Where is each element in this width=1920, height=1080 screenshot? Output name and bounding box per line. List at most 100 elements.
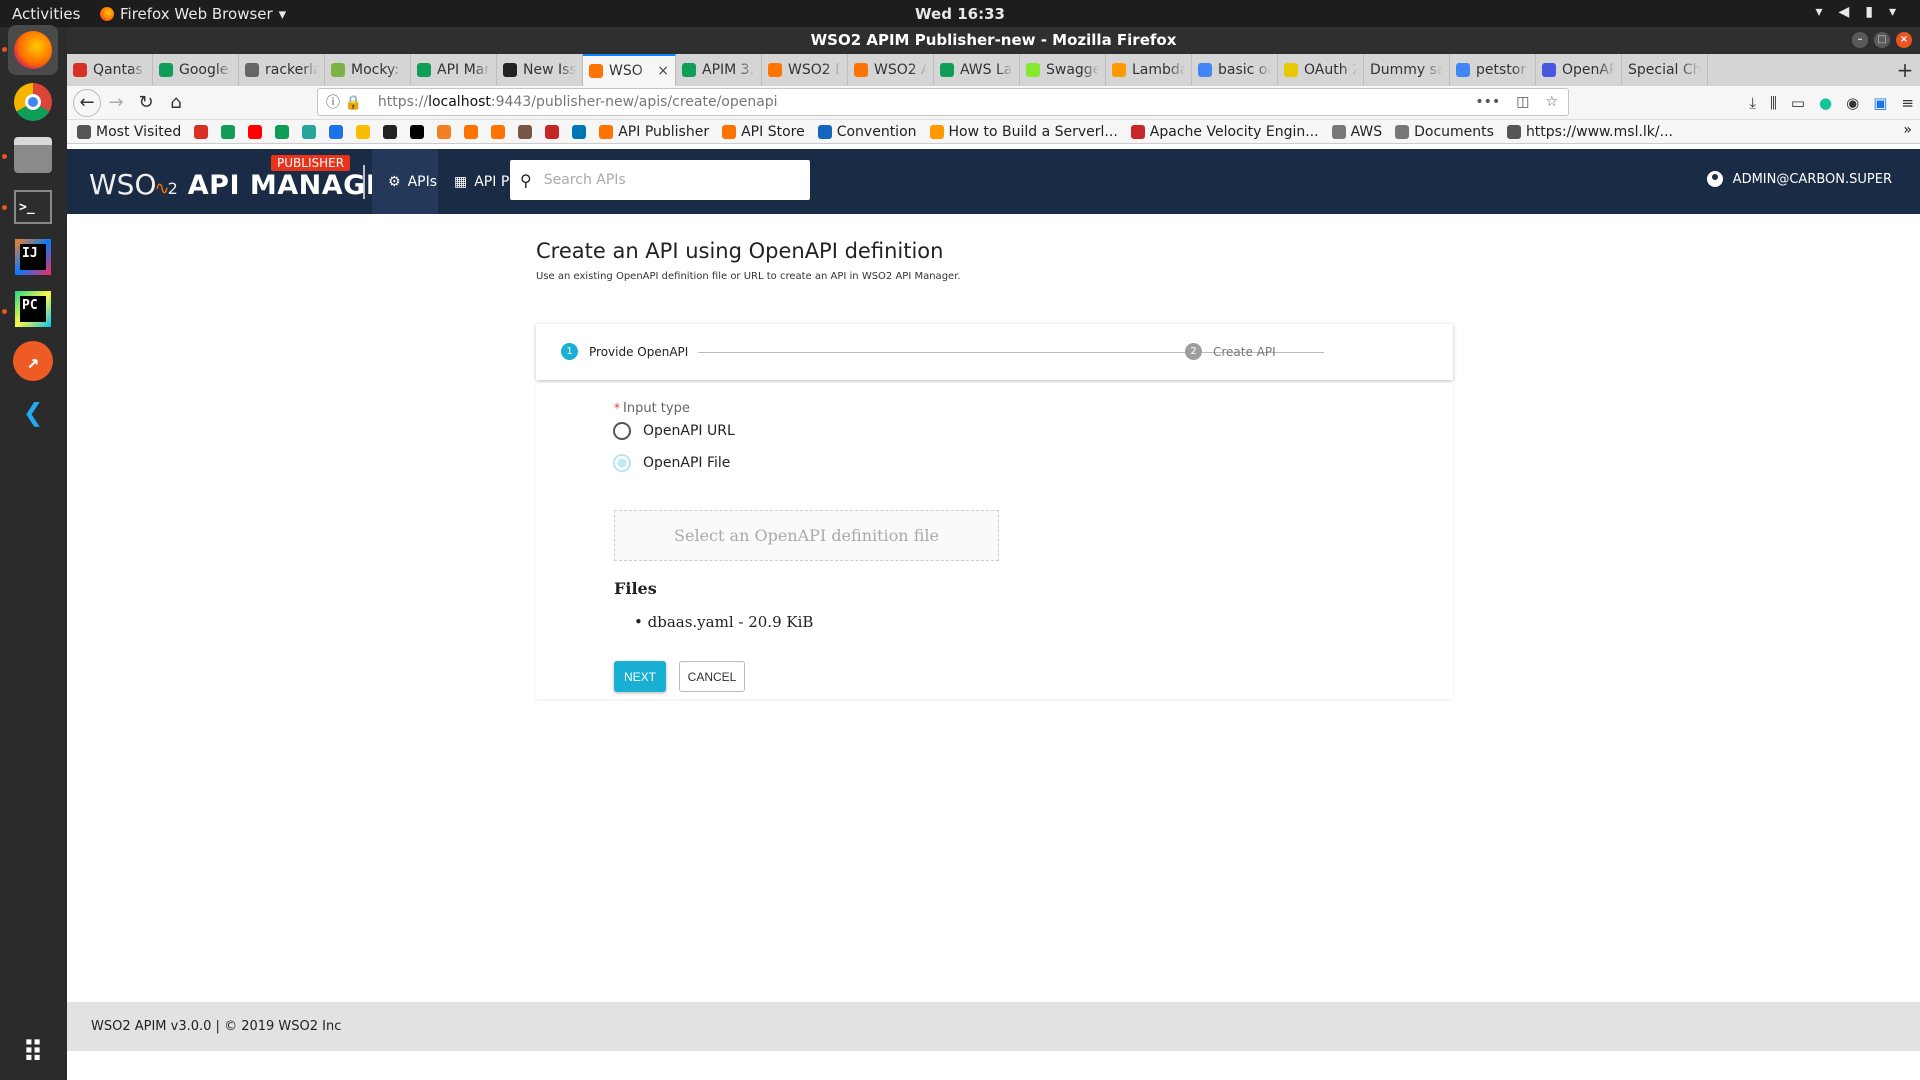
clock[interactable]: Wed 16:33 <box>0 5 1920 23</box>
browser-tab[interactable]: basic oa <box>1192 54 1278 86</box>
browser-tab[interactable]: New Iss <box>497 54 583 86</box>
browser-tab[interactable]: Qantas <box>67 54 153 86</box>
bookmark-item[interactable]: Apache Velocity Engin... <box>1130 124 1319 140</box>
browser-tab[interactable]: API Mar <box>411 54 497 86</box>
bookmark-item[interactable]: https://www.msl.lk/... <box>1506 124 1673 140</box>
maximize-icon[interactable]: □ <box>1874 32 1890 48</box>
library-icon[interactable]: ⫼ <box>1770 94 1777 112</box>
dock-chrome[interactable] <box>8 77 58 127</box>
search-apis-input[interactable]: ⚲ Search APIs <box>510 160 810 200</box>
grammarly-icon[interactable]: ● <box>1819 94 1832 112</box>
minimize-icon[interactable]: – <box>1852 32 1868 48</box>
more-icon[interactable]: ••• <box>1475 94 1500 110</box>
tab-favicon-icon <box>854 63 868 77</box>
running-indicator <box>2 154 7 159</box>
show-applications-icon[interactable]: ⠿ <box>8 1027 58 1077</box>
radio-unchecked-icon[interactable] <box>613 422 631 440</box>
reload-button[interactable]: ↻ <box>131 88 161 118</box>
browser-tab[interactable]: Special Cha <box>1622 54 1708 86</box>
bookmark-item[interactable] <box>383 124 398 139</box>
menu-icon[interactable]: ≡ <box>1901 94 1914 112</box>
nav-apis[interactable]: ⚙ APIs <box>372 149 438 214</box>
browser-tab[interactable]: OpenAP <box>1536 54 1622 86</box>
forward-button[interactable]: → <box>101 88 131 118</box>
bookmark-item[interactable] <box>329 124 344 139</box>
back-button[interactable]: ← <box>73 88 101 117</box>
cancel-button[interactable]: CANCEL <box>679 661 745 692</box>
url-path: :9443/publisher-new/apis/create/openapi <box>490 94 778 110</box>
browser-tab[interactable]: rackerlabs <box>239 54 325 86</box>
dock-terminal[interactable]: >_ <box>8 182 58 232</box>
more-bookmarks-icon[interactable]: » <box>1903 122 1912 138</box>
bookmark-item[interactable]: Most Visited <box>77 124 181 140</box>
input-type-text: Input type <box>623 401 690 416</box>
browser-tab[interactable]: AWS La <box>934 54 1020 86</box>
browser-tab[interactable]: Swagge <box>1020 54 1106 86</box>
wso2-logo[interactable]: WSO ∿ 2 API MANAGER <box>89 168 406 201</box>
close-icon[interactable]: × <box>1896 32 1912 48</box>
dock-vscode[interactable]: ❮ <box>8 388 58 438</box>
radio-openapi-file[interactable]: OpenAPI File <box>613 454 730 472</box>
bookmark-item[interactable] <box>248 124 263 139</box>
bookmark-favicon-icon <box>1506 124 1521 139</box>
file-dropzone[interactable]: Select an OpenAPI definition file <box>614 510 999 561</box>
bookmark-item[interactable] <box>572 124 587 139</box>
system-tray[interactable]: ▾ ◀ ▮ ▾ <box>1815 4 1896 20</box>
bookmark-item[interactable] <box>356 124 371 139</box>
bookmark-item[interactable] <box>437 124 452 139</box>
bookmark-item[interactable] <box>464 124 479 139</box>
browser-tab[interactable]: Google <box>153 54 239 86</box>
bookmark-item[interactable] <box>275 124 290 139</box>
bookmark-item[interactable]: AWS <box>1331 124 1382 140</box>
bookmark-item[interactable] <box>302 124 317 139</box>
close-tab-icon[interactable]: × <box>657 63 669 79</box>
bookmark-item[interactable] <box>221 124 236 139</box>
browser-tab[interactable]: OAuth 2 <box>1278 54 1364 86</box>
dock-postman[interactable]: ↗ <box>8 336 58 386</box>
account-icon[interactable]: ◉ <box>1846 94 1859 112</box>
browser-tab[interactable]: petstor <box>1450 54 1536 86</box>
radio-checked-icon[interactable] <box>613 454 631 472</box>
bookmark-favicon-icon <box>302 124 317 139</box>
bookmark-favicon-icon <box>722 124 737 139</box>
radio-openapi-url[interactable]: OpenAPI URL <box>613 422 735 440</box>
browser-tab[interactable]: WSO2 A <box>848 54 934 86</box>
user-menu[interactable]: ADMIN@CARBON.SUPER <box>1706 171 1892 187</box>
browser-tab[interactable]: Dummy sar <box>1364 54 1450 86</box>
dock-intellij[interactable]: IJ <box>8 232 58 282</box>
bookmark-item[interactable]: API Publisher <box>599 124 709 140</box>
bookmark-favicon-icon <box>410 124 425 139</box>
home-button[interactable]: ⌂ <box>161 88 191 118</box>
dock-files[interactable] <box>8 130 58 180</box>
bookmark-item[interactable] <box>410 124 425 139</box>
star-icon[interactable]: ☆ <box>1545 94 1558 110</box>
bookmark-item[interactable]: API Store <box>722 124 805 140</box>
bookmark-item[interactable] <box>491 124 506 139</box>
dock-firefox[interactable] <box>8 25 58 75</box>
bookmark-item[interactable] <box>545 124 560 139</box>
bookmark-item[interactable]: Convention <box>817 124 917 140</box>
tab-label: Lambda <box>1132 62 1185 78</box>
tab-strip: Qantas Google rackerlabs Mocky: API Mar New I… <box>67 54 1920 86</box>
bookmark-item[interactable] <box>194 124 209 139</box>
new-tab-button[interactable]: + <box>1890 54 1920 86</box>
bookmark-favicon-icon <box>491 124 506 139</box>
next-button[interactable]: NEXT <box>614 661 666 692</box>
window-controls: – □ × <box>1852 32 1912 48</box>
download-icon[interactable]: ⤓ <box>1749 94 1756 112</box>
browser-tab[interactable]: WSO2 D <box>762 54 848 86</box>
tab-label: basic oa <box>1218 62 1271 78</box>
extension-icon[interactable]: ▣ <box>1873 94 1887 112</box>
browser-tab[interactable]: APIM 3. <box>676 54 762 86</box>
browser-tab[interactable]: Mocky: <box>325 54 411 86</box>
pocket-icon[interactable]: ◫ <box>1516 94 1529 110</box>
sidebar-icon[interactable]: ▭ <box>1791 94 1805 112</box>
url-bar[interactable]: ⓘ 🔒 https://localhost:9443/publisher-new… <box>317 88 1569 116</box>
browser-tab[interactable]: Lambda <box>1106 54 1192 86</box>
bookmark-item[interactable]: Documents <box>1395 124 1494 140</box>
dock-pycharm[interactable]: PC <box>8 284 58 334</box>
browser-tab[interactable]: WSO × <box>583 54 676 86</box>
tab-favicon-icon <box>1026 63 1040 77</box>
bookmark-item[interactable]: How to Build a Serverl... <box>929 124 1118 140</box>
bookmark-item[interactable] <box>518 124 533 139</box>
